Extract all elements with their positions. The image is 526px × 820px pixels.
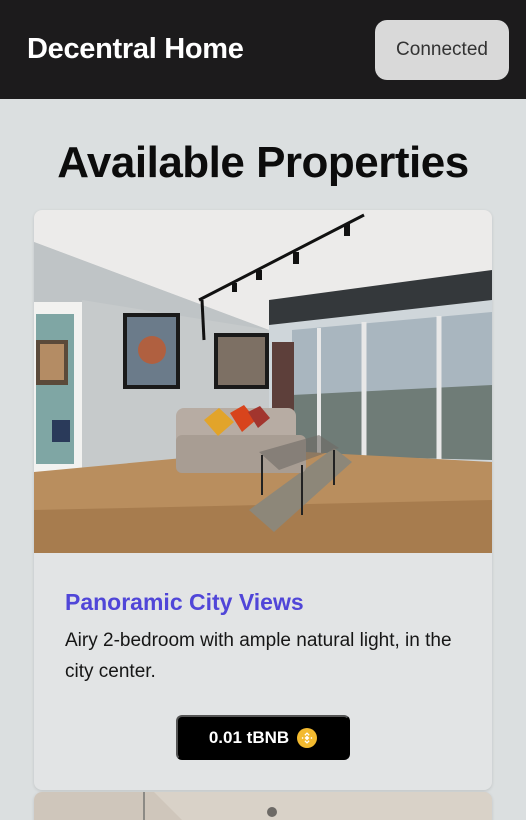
property-card[interactable]: Panoramic City Views Airy 2-bedroom with…: [34, 210, 492, 790]
app-header: Decentral Home Connected: [0, 0, 526, 99]
apartment-photo-partial: [34, 792, 492, 820]
page-title: Available Properties: [57, 138, 469, 187]
bnb-coin-icon: [297, 727, 318, 748]
price-container: 0.01 tBNB: [65, 715, 461, 760]
property-description: Airy 2-bedroom with ample natural light,…: [65, 630, 452, 682]
wallet-connect-button[interactable]: Connected: [375, 19, 509, 80]
buy-price-button[interactable]: 0.01 tBNB: [176, 715, 350, 760]
price-label: 0.01 tBNB: [208, 727, 290, 747]
living-room-photo: [34, 210, 492, 553]
property-card[interactable]: [34, 792, 492, 820]
brand-title[interactable]: Decentral Home: [27, 33, 244, 66]
property-card-body: Panoramic City Views Airy 2-bedroom with…: [34, 553, 492, 760]
property-title[interactable]: Panoramic City Views: [65, 587, 461, 617]
